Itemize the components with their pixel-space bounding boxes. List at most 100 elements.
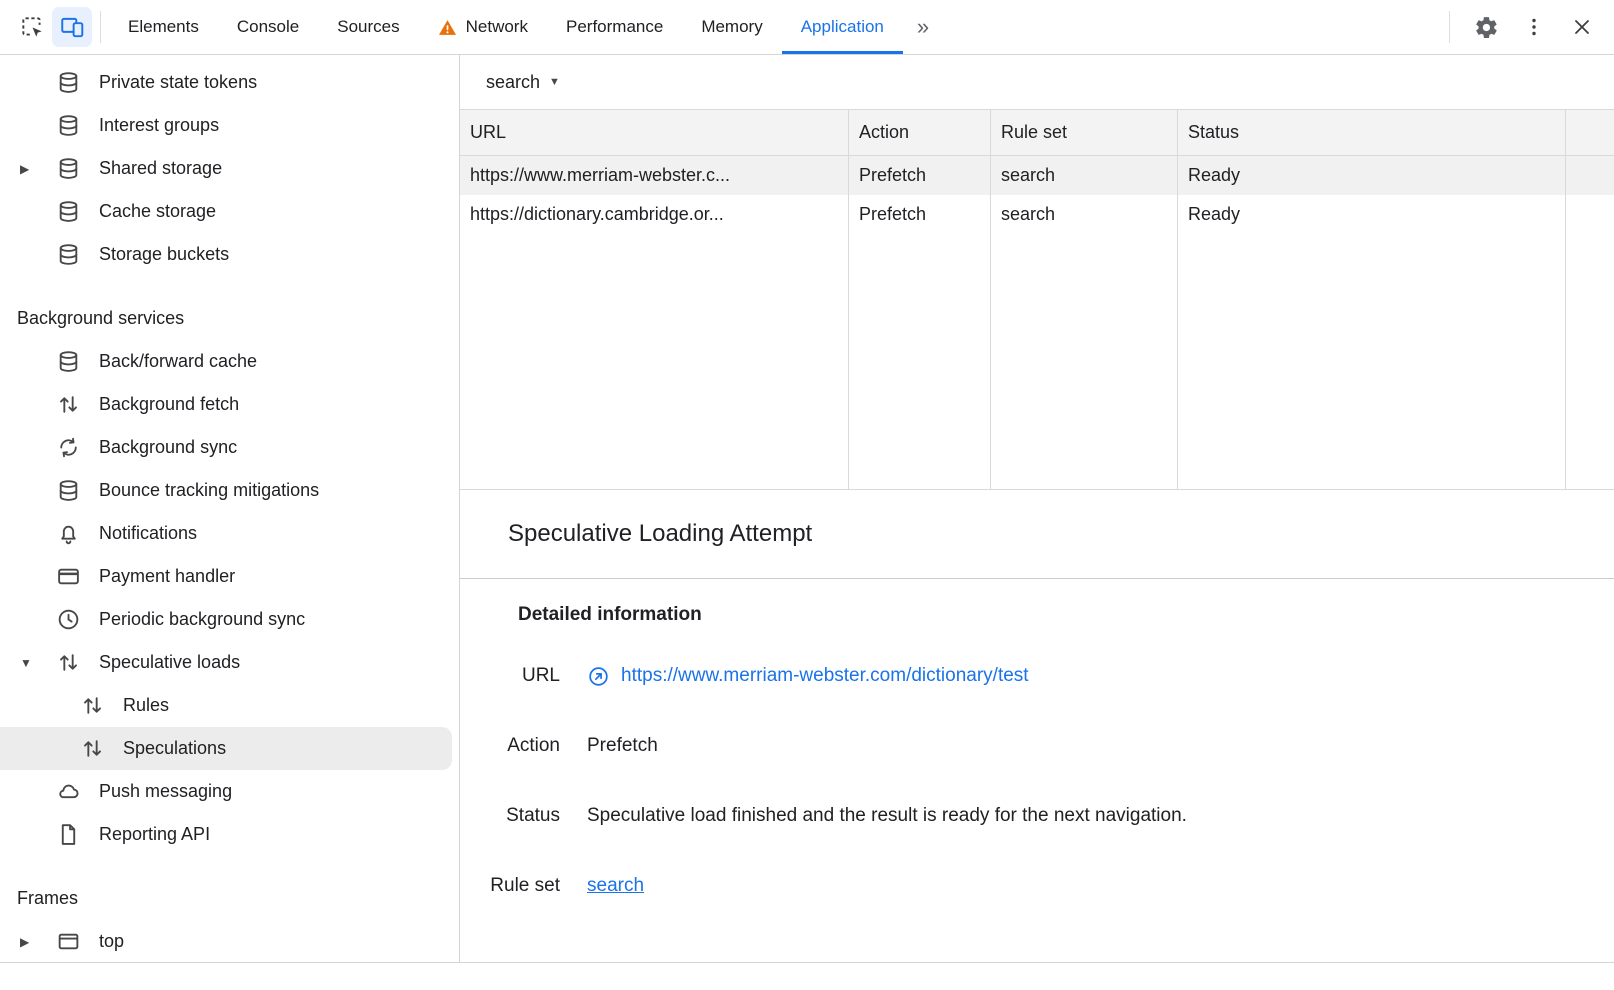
sidebar-item-top-frame[interactable]: ▶ top: [0, 920, 459, 962]
detail-row-status: Status Speculative load finished and the…: [460, 781, 1614, 851]
sidebar-item-label: Bounce tracking mitigations: [99, 480, 319, 501]
attempt-action-value: Prefetch: [587, 735, 658, 757]
up-down-arrows-icon: [56, 650, 82, 675]
column-header-rule-set[interactable]: Rule set: [991, 110, 1178, 155]
payment-card-icon: [56, 564, 82, 589]
sync-icon: [56, 435, 82, 460]
attempt-details: Detailed information URL https://www.mer…: [460, 579, 1614, 921]
sidebar-item-label: Storage buckets: [99, 244, 229, 265]
column-header-action[interactable]: Action: [849, 110, 991, 155]
toggle-device-toolbar-button[interactable]: [52, 7, 92, 47]
sidebar-item-label: Cache storage: [99, 201, 216, 222]
database-icon: [56, 478, 82, 503]
application-sidebar: Private state tokens Interest groups ▶ S…: [0, 55, 460, 962]
detail-label: Action: [460, 735, 560, 757]
cell-url: https://www.merriam-webster.c...: [460, 156, 849, 195]
sidebar-item-label: Payment handler: [99, 566, 235, 587]
rule-set-link[interactable]: search: [587, 875, 644, 897]
cell-url: https://dictionary.cambridge.or...: [460, 195, 849, 234]
ruleset-filter-dropdown[interactable]: search ▼: [486, 72, 560, 93]
sidebar-item-cache-storage[interactable]: Cache storage: [0, 190, 459, 233]
sidebar-item-shared-storage[interactable]: ▶ Shared storage: [0, 147, 459, 190]
tab-sources[interactable]: Sources: [318, 0, 418, 54]
sidebar-item-label: Rules: [123, 695, 169, 716]
database-icon: [56, 242, 82, 267]
sidebar-item-back-forward-cache[interactable]: Back/forward cache: [0, 340, 459, 383]
toolbar-right-icons: [1441, 0, 1614, 54]
sidebar-item-label: Speculations: [123, 738, 226, 759]
sidebar-item-payment-handler[interactable]: Payment handler: [0, 555, 459, 598]
sidebar-item-push-messaging[interactable]: Push messaging: [0, 770, 459, 813]
column-header-status[interactable]: Status: [1178, 110, 1566, 155]
expander-expanded-icon[interactable]: ▼: [20, 656, 56, 670]
expander-collapsed-icon[interactable]: ▶: [20, 935, 56, 949]
sidebar-item-background-sync[interactable]: Background sync: [0, 426, 459, 469]
sidebar-item-private-state-tokens[interactable]: Private state tokens: [0, 61, 459, 104]
sidebar-item-periodic-background-sync[interactable]: Periodic background sync: [0, 598, 459, 641]
database-icon: [56, 349, 82, 374]
database-icon: [56, 113, 82, 138]
tab-network[interactable]: Network: [419, 0, 547, 54]
inspect-cursor-icon: [19, 14, 45, 40]
sidebar-item-speculations[interactable]: Speculations: [0, 727, 452, 770]
sidebar-item-label: Back/forward cache: [99, 351, 257, 372]
sidebar-section-frames: Frames: [0, 877, 459, 920]
speculations-panel: search ▼ URL Action Rule set Status http…: [460, 55, 1614, 962]
sidebar-item-label: Background sync: [99, 437, 237, 458]
database-icon: [56, 156, 82, 181]
attempt-status-value: Speculative load finished and the result…: [587, 805, 1187, 827]
sidebar-item-label: Push messaging: [99, 781, 232, 802]
sidebar-item-reporting-api[interactable]: Reporting API: [0, 813, 459, 856]
toolbar-divider: [100, 11, 101, 43]
sidebar-item-speculative-loads[interactable]: ▼ Speculative loads: [0, 641, 459, 684]
sidebar-item-label: Speculative loads: [99, 652, 240, 673]
cell-rule-set: search: [991, 156, 1178, 195]
sidebar-item-label: Shared storage: [99, 158, 222, 179]
expander-collapsed-icon[interactable]: ▶: [20, 162, 56, 176]
details-heading: Detailed information: [518, 593, 1614, 637]
tab-application[interactable]: Application: [782, 0, 903, 54]
more-tabs-button[interactable]: »: [903, 0, 943, 54]
bell-icon: [56, 521, 82, 546]
ruleset-filter-value: search: [486, 72, 540, 93]
reveal-link-icon[interactable]: [587, 665, 610, 688]
device-toolbar-icon: [59, 14, 85, 40]
attempt-url-link[interactable]: https://www.merriam-webster.com/dictiona…: [621, 665, 1029, 687]
menu-button[interactable]: [1514, 7, 1554, 47]
sidebar-item-storage-buckets[interactable]: Storage buckets: [0, 233, 459, 276]
sidebar-item-label: Notifications: [99, 523, 197, 544]
bottom-edge-bar: [0, 962, 1614, 990]
table-empty-area: [460, 234, 1614, 489]
sidebar-section-background-services: Background services: [0, 297, 459, 340]
column-header-url[interactable]: URL: [460, 110, 849, 155]
attempt-title: Speculative Loading Attempt: [508, 520, 812, 548]
table-header-row: URL Action Rule set Status: [460, 110, 1614, 156]
close-devtools-button[interactable]: [1562, 7, 1602, 47]
inspect-element-button[interactable]: [12, 7, 52, 47]
sidebar-item-background-fetch[interactable]: Background fetch: [0, 383, 459, 426]
tab-performance[interactable]: Performance: [547, 0, 682, 54]
detail-label: URL: [460, 665, 560, 687]
detail-row-rule-set: Rule set search: [460, 851, 1614, 921]
settings-button[interactable]: [1466, 7, 1506, 47]
sidebar-item-interest-groups[interactable]: Interest groups: [0, 104, 459, 147]
up-down-arrows-icon: [80, 693, 106, 718]
tab-elements[interactable]: Elements: [109, 0, 218, 54]
sidebar-item-notifications[interactable]: Notifications: [0, 512, 459, 555]
sidebar-item-label: Background fetch: [99, 394, 239, 415]
sidebar-item-label: Periodic background sync: [99, 609, 305, 630]
table-row[interactable]: https://www.merriam-webster.c... Prefetc…: [460, 156, 1614, 195]
sidebar-item-bounce-tracking-mitigations[interactable]: Bounce tracking mitigations: [0, 469, 459, 512]
sidebar-item-label: top: [99, 931, 124, 952]
up-down-arrows-icon: [80, 736, 106, 761]
cell-status: Ready: [1178, 156, 1566, 195]
document-icon: [56, 822, 82, 847]
sidebar-item-rules[interactable]: Rules: [0, 684, 459, 727]
tab-memory[interactable]: Memory: [682, 0, 781, 54]
attempt-title-bar: Speculative Loading Attempt: [460, 490, 1614, 579]
gear-icon: [1474, 15, 1499, 40]
table-row[interactable]: https://dictionary.cambridge.or... Prefe…: [460, 195, 1614, 234]
detail-row-url: URL https://www.merriam-webster.com/dict…: [460, 641, 1614, 711]
speculations-toolbar: search ▼: [460, 55, 1614, 109]
tab-console[interactable]: Console: [218, 0, 318, 54]
